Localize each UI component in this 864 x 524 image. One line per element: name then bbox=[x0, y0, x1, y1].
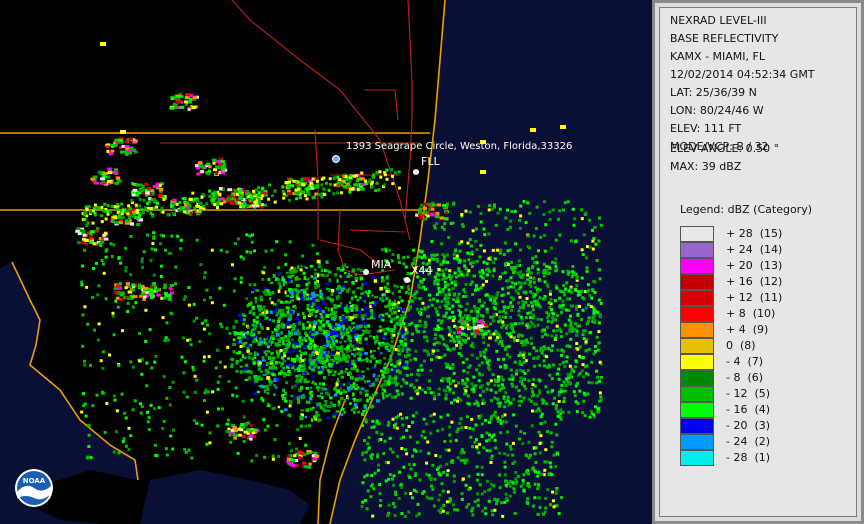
legend-label: + 12 (11) bbox=[726, 291, 783, 304]
legend-title: Legend: dBZ (Category) bbox=[680, 203, 812, 216]
legend-label: 0 (8) bbox=[726, 339, 756, 352]
info-product: NEXRAD LEVEL-III bbox=[670, 14, 767, 27]
legend-swatch bbox=[680, 354, 714, 370]
legend-label: - 4 (7) bbox=[726, 355, 764, 368]
radar-map-canvas bbox=[0, 0, 652, 524]
legend-swatch bbox=[680, 338, 714, 354]
info-station: KAMX - MIAMI, FL bbox=[670, 50, 765, 63]
info-datetime: 12/02/2014 04:52:34 GMT bbox=[670, 68, 815, 81]
info-block: NEXRAD LEVEL-III BASE REFLECTIVITY KAMX … bbox=[670, 12, 815, 156]
legend-label: + 28 (15) bbox=[726, 227, 783, 240]
legend-swatch bbox=[680, 226, 714, 242]
legend-label: - 24 (2) bbox=[726, 435, 771, 448]
legend-swatch bbox=[680, 290, 714, 306]
legend-label: - 20 (3) bbox=[726, 419, 771, 432]
legend-label: + 24 (14) bbox=[726, 243, 783, 256]
label-weston: 1393 Seagrape Circle, Weston, Florida,33… bbox=[346, 141, 573, 152]
legend-swatch bbox=[680, 242, 714, 258]
marker-weston bbox=[332, 155, 340, 163]
legend-swatch bbox=[680, 322, 714, 338]
legend-label: + 20 (13) bbox=[726, 259, 783, 272]
label-mia: MIA bbox=[371, 258, 392, 271]
info-elev-angle: ELEV ANGLE: 0.50 ° bbox=[670, 142, 780, 155]
legend-swatch bbox=[680, 274, 714, 290]
label-x44: X44 bbox=[411, 264, 433, 277]
info-block-2: ELEV ANGLE: 0.50 ° MAX: 39 dBZ bbox=[670, 140, 779, 176]
legend-label: + 8 (10) bbox=[726, 307, 776, 320]
legend-swatch bbox=[680, 418, 714, 434]
legend-swatch bbox=[680, 434, 714, 450]
legend-label: - 16 (4) bbox=[726, 403, 771, 416]
legend-swatch bbox=[680, 402, 714, 418]
legend-label: - 28 (1) bbox=[726, 451, 771, 464]
marker-fll bbox=[413, 169, 419, 175]
radar-map[interactable]: 1393 Seagrape Circle, Weston, Florida,33… bbox=[0, 0, 652, 524]
legend-label: + 16 (12) bbox=[726, 275, 783, 288]
info-panel: NEXRAD LEVEL-III BASE REFLECTIVITY KAMX … bbox=[652, 0, 864, 524]
legend-swatch bbox=[680, 370, 714, 386]
info-lon: LON: 80/24/46 W bbox=[670, 104, 764, 117]
legend-swatch bbox=[680, 306, 714, 322]
legend-swatch bbox=[680, 386, 714, 402]
marker-x44 bbox=[404, 277, 410, 283]
legend-label: - 8 (6) bbox=[726, 371, 764, 384]
noaa-logo: NOAA bbox=[15, 469, 53, 507]
legend-label: + 4 (9) bbox=[726, 323, 769, 336]
info-type: BASE REFLECTIVITY bbox=[670, 32, 779, 45]
noaa-logo-text: NOAA bbox=[23, 477, 46, 485]
radar-site bbox=[314, 334, 326, 346]
legend-swatch bbox=[680, 258, 714, 274]
info-lat: LAT: 25/36/39 N bbox=[670, 86, 757, 99]
info-max: MAX: 39 dBZ bbox=[670, 160, 742, 173]
label-fll: FLL bbox=[421, 155, 440, 168]
legend-swatch bbox=[680, 450, 714, 466]
legend-label: - 12 (5) bbox=[726, 387, 771, 400]
marker-mia bbox=[363, 269, 369, 275]
info-elev: ELEV: 111 FT bbox=[670, 122, 742, 135]
